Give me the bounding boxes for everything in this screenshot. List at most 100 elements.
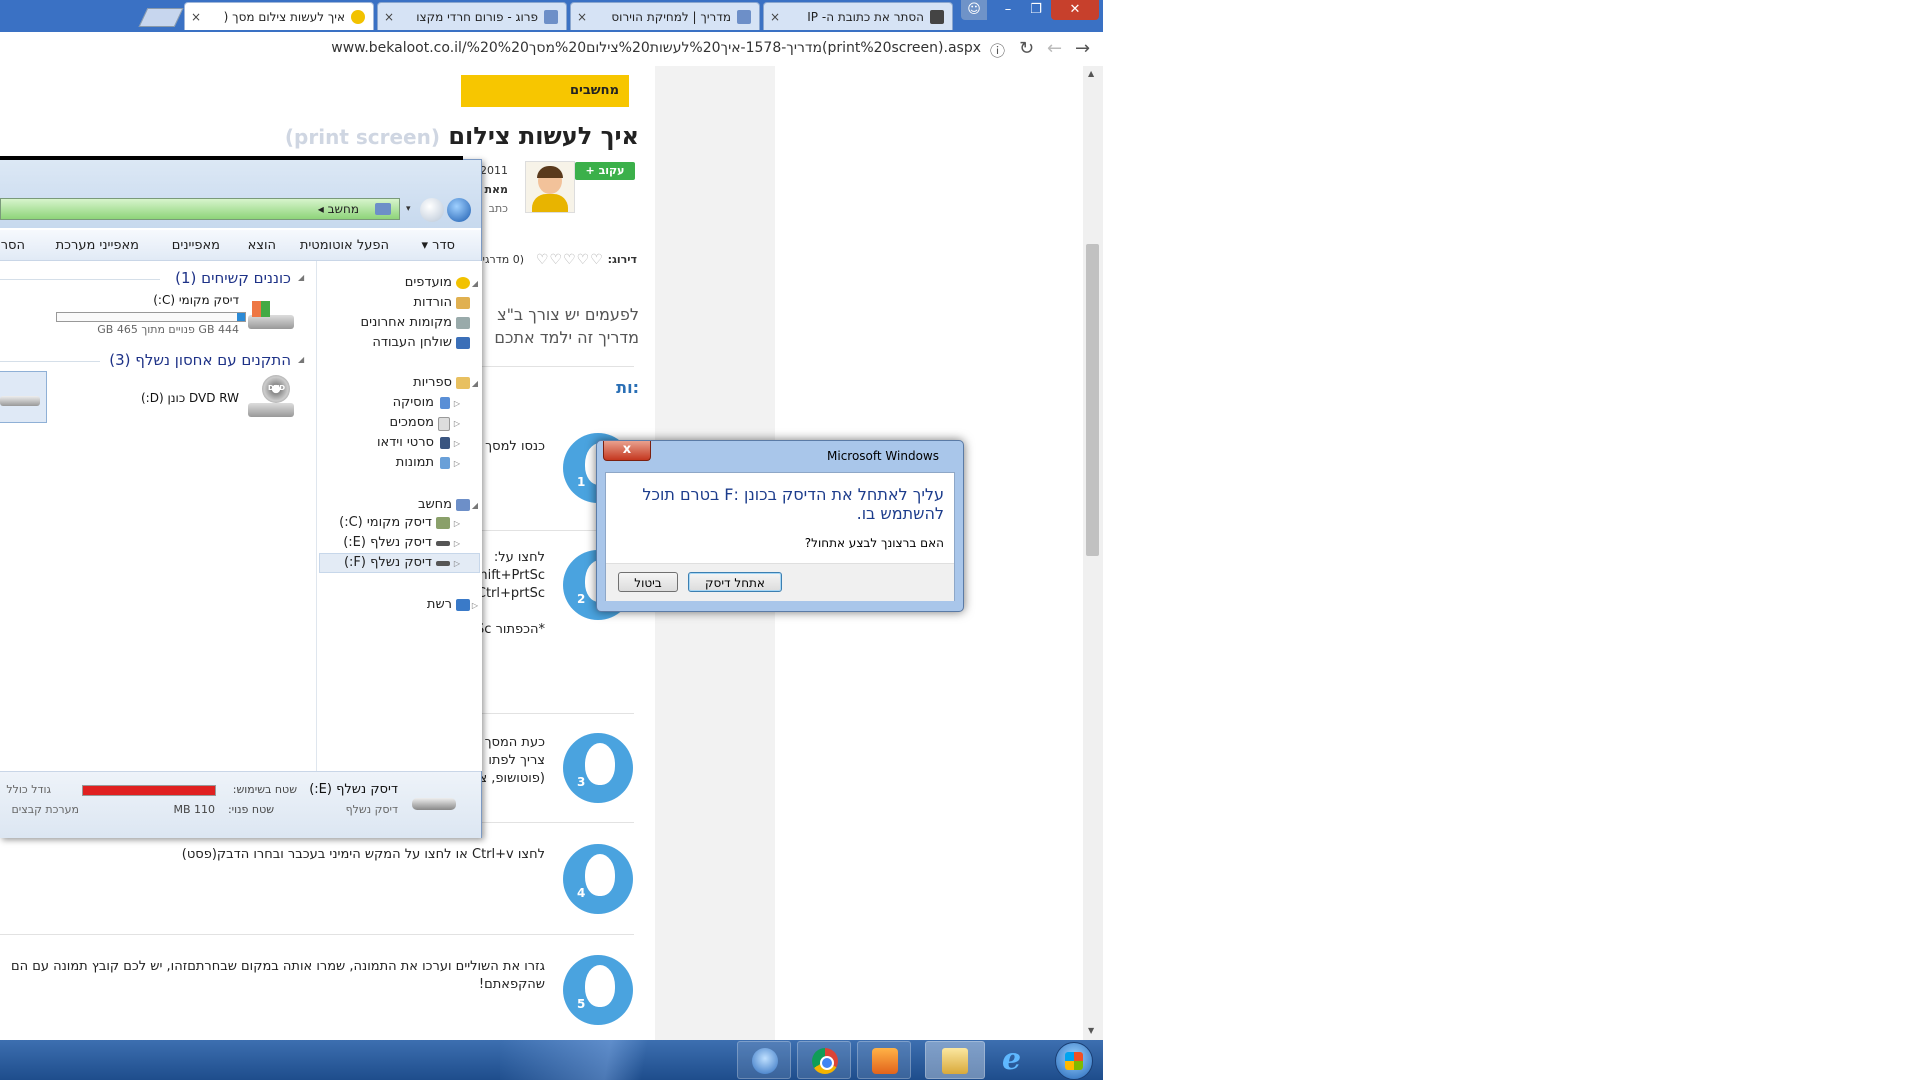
nav-videos[interactable]: סרטי וידאו [377, 435, 434, 450]
format-disk-button[interactable]: אתחל דיסק [688, 572, 782, 592]
nav-libraries[interactable]: ספריות [413, 375, 452, 390]
dvd-drive-label[interactable]: DVD RW כונן (D:) [141, 391, 239, 405]
nav-pictures[interactable]: תמונות [396, 455, 434, 470]
nav-drive-c[interactable]: דיסק מקומי (C:) [339, 515, 432, 530]
eject-button[interactable]: הוצא [248, 238, 276, 253]
nav-downloads[interactable]: הורדות [413, 295, 452, 310]
removable-disk-icon [412, 792, 456, 812]
web-page: מחשבים איך לעשות צילום (print screen) + … [0, 66, 1103, 1040]
explorer-address-bar[interactable]: מחשב ◂ [0, 198, 400, 220]
forward-icon[interactable] [420, 198, 444, 222]
intro-line-1: לפעמים יש צורך ב"צ [497, 305, 639, 324]
nav-documents[interactable]: מסמכים [389, 415, 434, 430]
dvd-drive-icon[interactable]: DVD [248, 375, 294, 419]
group-collapse-icon[interactable]: ◢ [298, 273, 304, 282]
collapse-arrow-icon[interactable]: ▷ [454, 559, 460, 568]
drive-c-space: 444 GB פנויים מתוך 465 GB [97, 323, 239, 336]
nav-network[interactable]: רשת [427, 597, 452, 612]
expand-icon[interactable]: ◢ [472, 279, 478, 288]
nav-computer[interactable]: מחשב [418, 497, 452, 512]
taskbar-malwarebytes[interactable] [737, 1041, 791, 1079]
tab-hide-ip[interactable]: × הסתר את כתובת ה- IP [763, 2, 953, 30]
tab-label: פרוג - פורום חרדי מקצו [416, 10, 538, 24]
new-tab-button[interactable] [138, 8, 184, 27]
back-icon[interactable] [447, 198, 471, 222]
nav-desktop[interactable]: שולחן העבודה [372, 335, 452, 350]
drive-c-usage-bar [56, 312, 246, 322]
article-year: 2011 [480, 164, 508, 177]
tab-screenshot-guide[interactable]: × איך לעשות צילום מסך ( [184, 2, 374, 30]
autoplay-button[interactable]: הפעל אוטומטית [300, 238, 389, 253]
collapse-arrow-icon[interactable]: ▷ [472, 601, 478, 610]
taskbar: e [0, 1040, 1103, 1080]
tab-close-icon[interactable]: × [770, 3, 780, 30]
nav-drive-e[interactable]: דיסק נשלף (E:) [343, 535, 432, 550]
taskbar-explorer[interactable] [925, 1041, 985, 1079]
rating-stars[interactable]: ♡♡♡♡♡ [536, 252, 604, 268]
tab-virus-guide[interactable]: × מדריך | למחיקת הוירוס [570, 2, 760, 30]
group-removable[interactable]: התקנים עם אחסון נשלף (3) [109, 351, 291, 369]
scrollbar[interactable]: ▲ ▼ [1083, 66, 1103, 1040]
dialog-message: עליך לאתחל את הדיסק בכונן :F בטרם תוכל ל… [642, 485, 944, 523]
system-properties-button[interactable]: מאפייני מערכת [56, 238, 139, 253]
mask-icon [930, 10, 944, 24]
address-crumb[interactable]: מחשב [328, 202, 359, 216]
dialog-footer: אתחל דיסק ביטול [606, 563, 954, 601]
local-disk-icon [436, 517, 450, 529]
uninstall-button[interactable]: הסר [1, 238, 25, 253]
category-label[interactable]: מחשבים [461, 75, 629, 107]
collapse-arrow-icon[interactable]: ▷ [454, 399, 460, 408]
dialog-close-button[interactable]: x [603, 441, 651, 461]
collapse-arrow-icon[interactable]: ▷ [454, 439, 460, 448]
explorer-window[interactable]: ▾ מחשב ◂ סדר ▾ הפעל אוטומטית הוצא מאפיינ… [0, 156, 482, 838]
nav-drive-f[interactable]: דיסק נשלף (F:) [344, 555, 432, 570]
scroll-up-icon[interactable]: ▲ [1088, 69, 1094, 78]
collapse-arrow-icon[interactable]: ▷ [454, 519, 460, 528]
star-icon[interactable]: ♡♡♡♡♡ [536, 252, 604, 268]
collapse-arrow-icon[interactable]: ▷ [454, 419, 460, 428]
cancel-button[interactable]: ביטול [618, 572, 678, 592]
scroll-down-icon[interactable]: ▼ [1088, 1026, 1094, 1035]
forward-icon[interactable]: → [1075, 38, 1090, 59]
taskbar-chrome[interactable] [797, 1041, 851, 1079]
author-line2: כתב [488, 202, 508, 215]
tab-close-icon[interactable]: × [191, 3, 201, 30]
properties-button[interactable]: מאפיינים [172, 238, 220, 253]
reload-icon[interactable]: ↻ [1019, 38, 1034, 59]
article-title: איך לעשות צילום (print screen) [285, 122, 639, 150]
group-collapse-icon[interactable]: ◢ [298, 355, 304, 364]
step-3-line-2: צריך לפתו [488, 753, 545, 768]
tab-close-icon[interactable]: × [384, 3, 394, 30]
expand-icon[interactable]: ◢ [472, 379, 478, 388]
restore-button[interactable]: ❐ [1023, 0, 1049, 20]
dialog-question: האם ברצונך לבצע אתחול? [804, 536, 944, 550]
removable-drive-tile[interactable] [0, 371, 47, 423]
tab-close-icon[interactable]: × [577, 3, 587, 30]
tab-prog-forum[interactable]: × פרוג - פורום חרדי מקצו [377, 2, 567, 30]
drive-c-icon[interactable] [248, 301, 294, 331]
scrollbar-thumb[interactable] [1086, 244, 1099, 556]
nav-music[interactable]: מוסיקה [393, 395, 434, 410]
back-icon[interactable]: ← [1047, 38, 1062, 59]
info-icon[interactable]: ⓘ [990, 40, 1005, 61]
drive-c-label[interactable]: דיסק מקומי (C:) [153, 293, 239, 307]
taskbar-media-player[interactable] [857, 1041, 911, 1079]
organize-button[interactable]: סדר ▾ [421, 238, 455, 253]
minimize-button[interactable]: – [995, 0, 1021, 20]
close-button[interactable]: ✕ [1051, 0, 1099, 20]
start-button[interactable] [1055, 1042, 1093, 1080]
expand-icon[interactable]: ◢ [472, 501, 478, 510]
tab-label: הסתר את כתובת ה- IP [807, 10, 924, 24]
user-icon[interactable]: ☺ [961, 0, 987, 20]
malwarebytes-icon [752, 1048, 778, 1074]
collapse-arrow-icon[interactable]: ▷ [454, 459, 460, 468]
taskbar-ie[interactable]: e [988, 1041, 1042, 1079]
follow-button[interactable]: + עקוב [575, 162, 635, 180]
url-field[interactable]: www.bekaloot.co.il/%20מדריך-1578-איך%20ל… [331, 40, 981, 56]
collapse-arrow-icon[interactable]: ▷ [454, 539, 460, 548]
format-disk-dialog[interactable]: Microsoft Windows x עליך לאתחל את הדיסק … [596, 440, 964, 612]
nav-recent-places[interactable]: מקומות אחרונים [361, 315, 452, 330]
recent-pages-icon[interactable]: ▾ [406, 204, 411, 214]
group-hard-drives[interactable]: כוננים קשיחים (1) [175, 269, 291, 287]
nav-favorites[interactable]: מועדפים [405, 275, 452, 290]
